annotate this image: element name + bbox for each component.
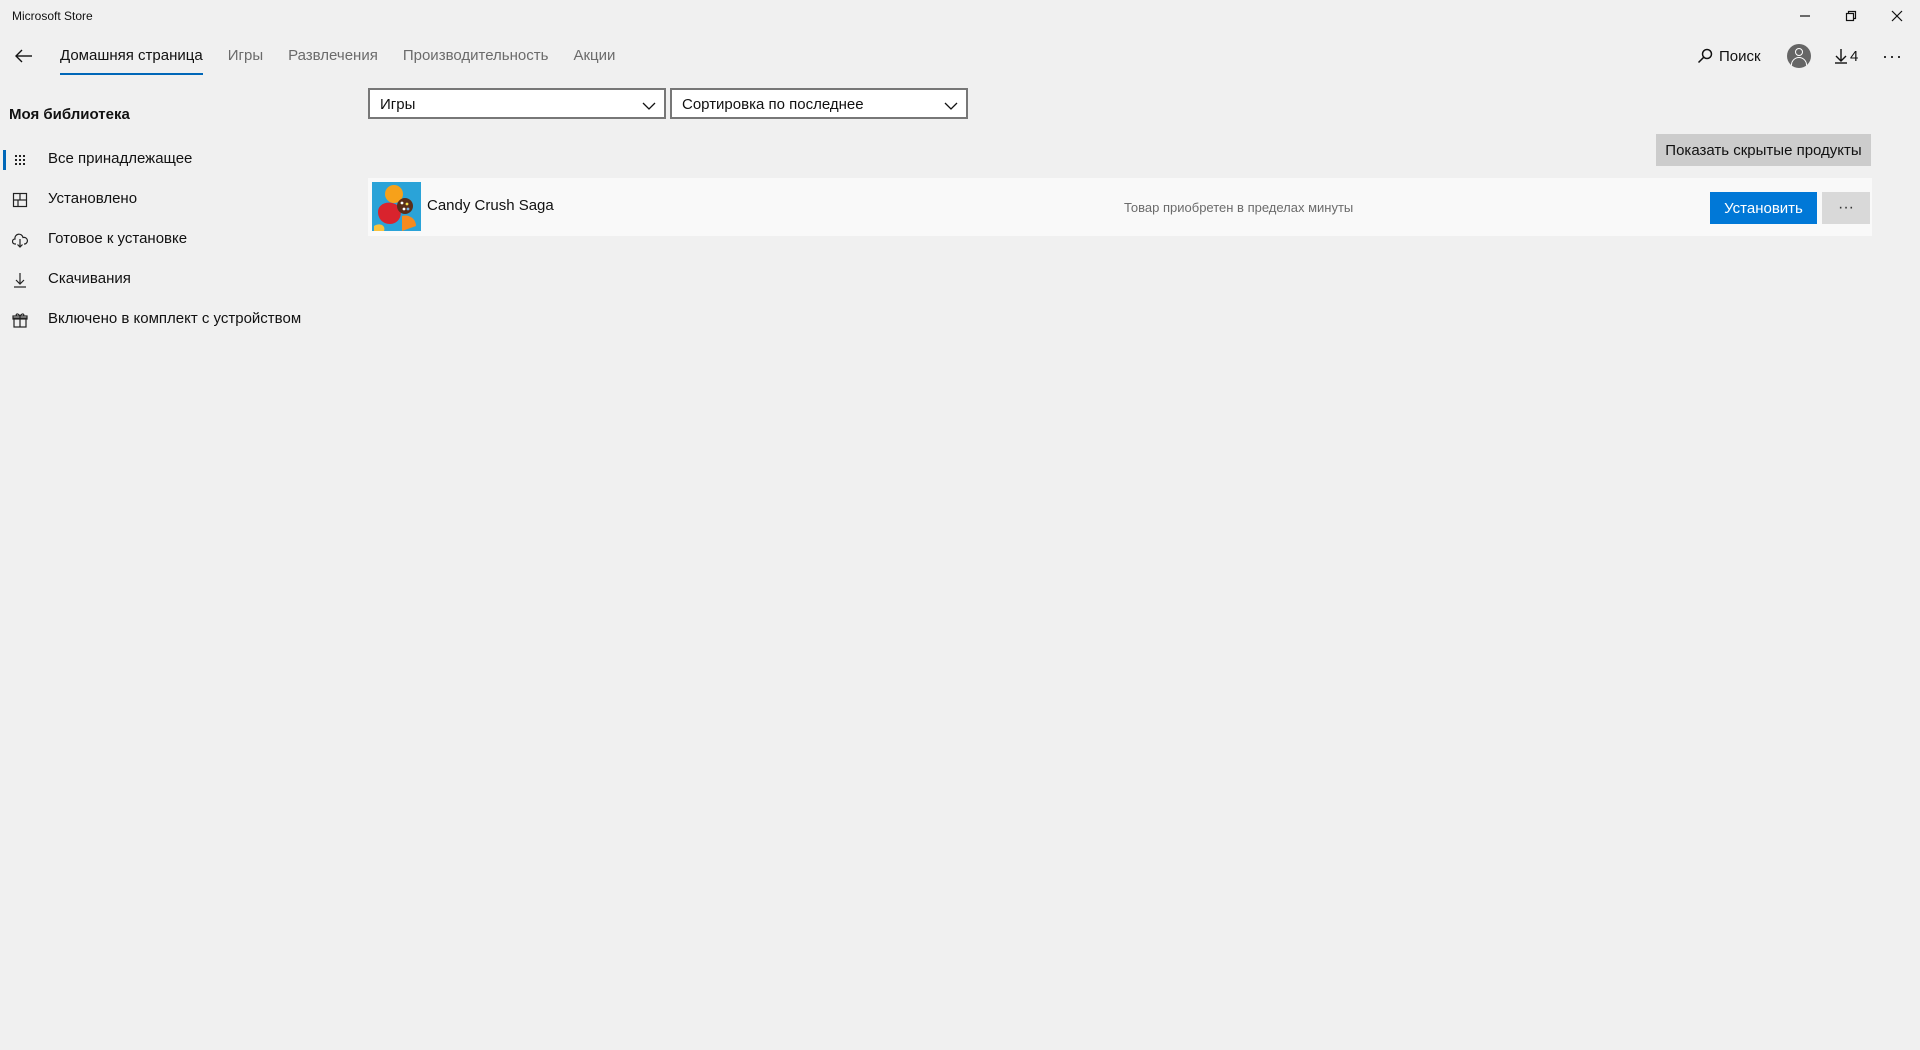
restore-button[interactable] bbox=[1828, 0, 1874, 32]
title-bar: Microsoft Store bbox=[0, 0, 1920, 32]
sidebar-item-label: Все принадлежащее bbox=[48, 150, 193, 167]
sidebar-item-label: Установлено bbox=[48, 190, 138, 207]
tab-entertainment[interactable]: Развлечения bbox=[288, 32, 378, 80]
minimize-icon bbox=[1800, 15, 1810, 17]
top-navigation: Домашняя страница Игры Развлечения Произ… bbox=[0, 32, 1920, 80]
account-button[interactable] bbox=[1787, 32, 1811, 80]
close-button[interactable] bbox=[1874, 0, 1920, 32]
grid-dots-icon bbox=[12, 152, 28, 168]
product-name[interactable]: Candy Crush Saga bbox=[427, 197, 554, 214]
more-menu-button[interactable]: ··· bbox=[1882, 32, 1903, 80]
downloads-count: 4 bbox=[1850, 47, 1859, 65]
close-icon bbox=[1891, 10, 1903, 22]
product-row[interactable]: Candy Crush Saga Товар приобретен в пред… bbox=[368, 178, 1872, 236]
search-icon bbox=[1697, 48, 1713, 64]
sidebar-item-all-owned[interactable]: Все принадлежащее bbox=[0, 143, 340, 175]
selection-indicator bbox=[3, 150, 6, 170]
tab-deals[interactable]: Акции bbox=[573, 32, 615, 80]
more-options-button[interactable]: ··· bbox=[1822, 192, 1870, 224]
download-icon bbox=[12, 272, 28, 288]
search-button[interactable]: Поиск bbox=[1697, 32, 1761, 80]
download-icon bbox=[1835, 49, 1847, 64]
sidebar-title: Моя библиотека bbox=[9, 106, 130, 123]
sidebar-item-label: Скачивания bbox=[48, 270, 131, 287]
sort-dropdown[interactable]: Сортировка по последнее bbox=[670, 88, 968, 119]
sidebar-item-label: Включено в комплект с устройством bbox=[48, 310, 302, 327]
sidebar-item-installed[interactable]: Установлено bbox=[0, 183, 340, 215]
cloud-download-icon bbox=[11, 232, 28, 248]
sidebar-item-ready-to-install[interactable]: Готовое к установке bbox=[0, 223, 340, 255]
tab-games[interactable]: Игры bbox=[228, 32, 263, 80]
purchase-status: Товар приобретен в пределах минуты bbox=[1124, 200, 1354, 215]
category-dropdown[interactable]: Игры bbox=[368, 88, 666, 119]
installed-grid-icon bbox=[12, 192, 28, 208]
restore-icon bbox=[1845, 10, 1857, 22]
sidebar-item-label: Готовое к установке bbox=[48, 230, 188, 247]
category-value: Игры bbox=[380, 96, 416, 113]
avatar-icon bbox=[1787, 44, 1811, 68]
minimize-button[interactable] bbox=[1782, 0, 1828, 32]
candy-crush-app-icon bbox=[372, 182, 421, 231]
back-arrow-icon bbox=[15, 49, 32, 63]
show-hidden-products-button[interactable]: Показать скрытые продукты bbox=[1656, 134, 1871, 166]
chevron-down-icon bbox=[642, 98, 656, 116]
tab-productivity[interactable]: Производительность bbox=[403, 32, 549, 80]
sidebar-item-bundled[interactable]: Включено в комплект с устройством bbox=[0, 303, 340, 335]
downloads-button[interactable]: 4 bbox=[1834, 32, 1858, 80]
app-window: Microsoft Store Домашняя страница Игры Р… bbox=[0, 0, 1920, 1050]
chevron-down-icon bbox=[944, 98, 958, 116]
back-button[interactable] bbox=[10, 42, 38, 70]
window-title: Microsoft Store bbox=[12, 9, 93, 23]
sidebar-item-downloads[interactable]: Скачивания bbox=[0, 263, 340, 295]
install-button[interactable]: Установить bbox=[1710, 192, 1817, 224]
search-label: Поиск bbox=[1719, 47, 1761, 65]
sort-value: Сортировка по последнее bbox=[682, 96, 864, 113]
tab-home[interactable]: Домашняя страница bbox=[60, 32, 203, 80]
nav-tabs: Домашняя страница Игры Развлечения Произ… bbox=[60, 32, 640, 80]
gift-icon bbox=[12, 312, 28, 328]
